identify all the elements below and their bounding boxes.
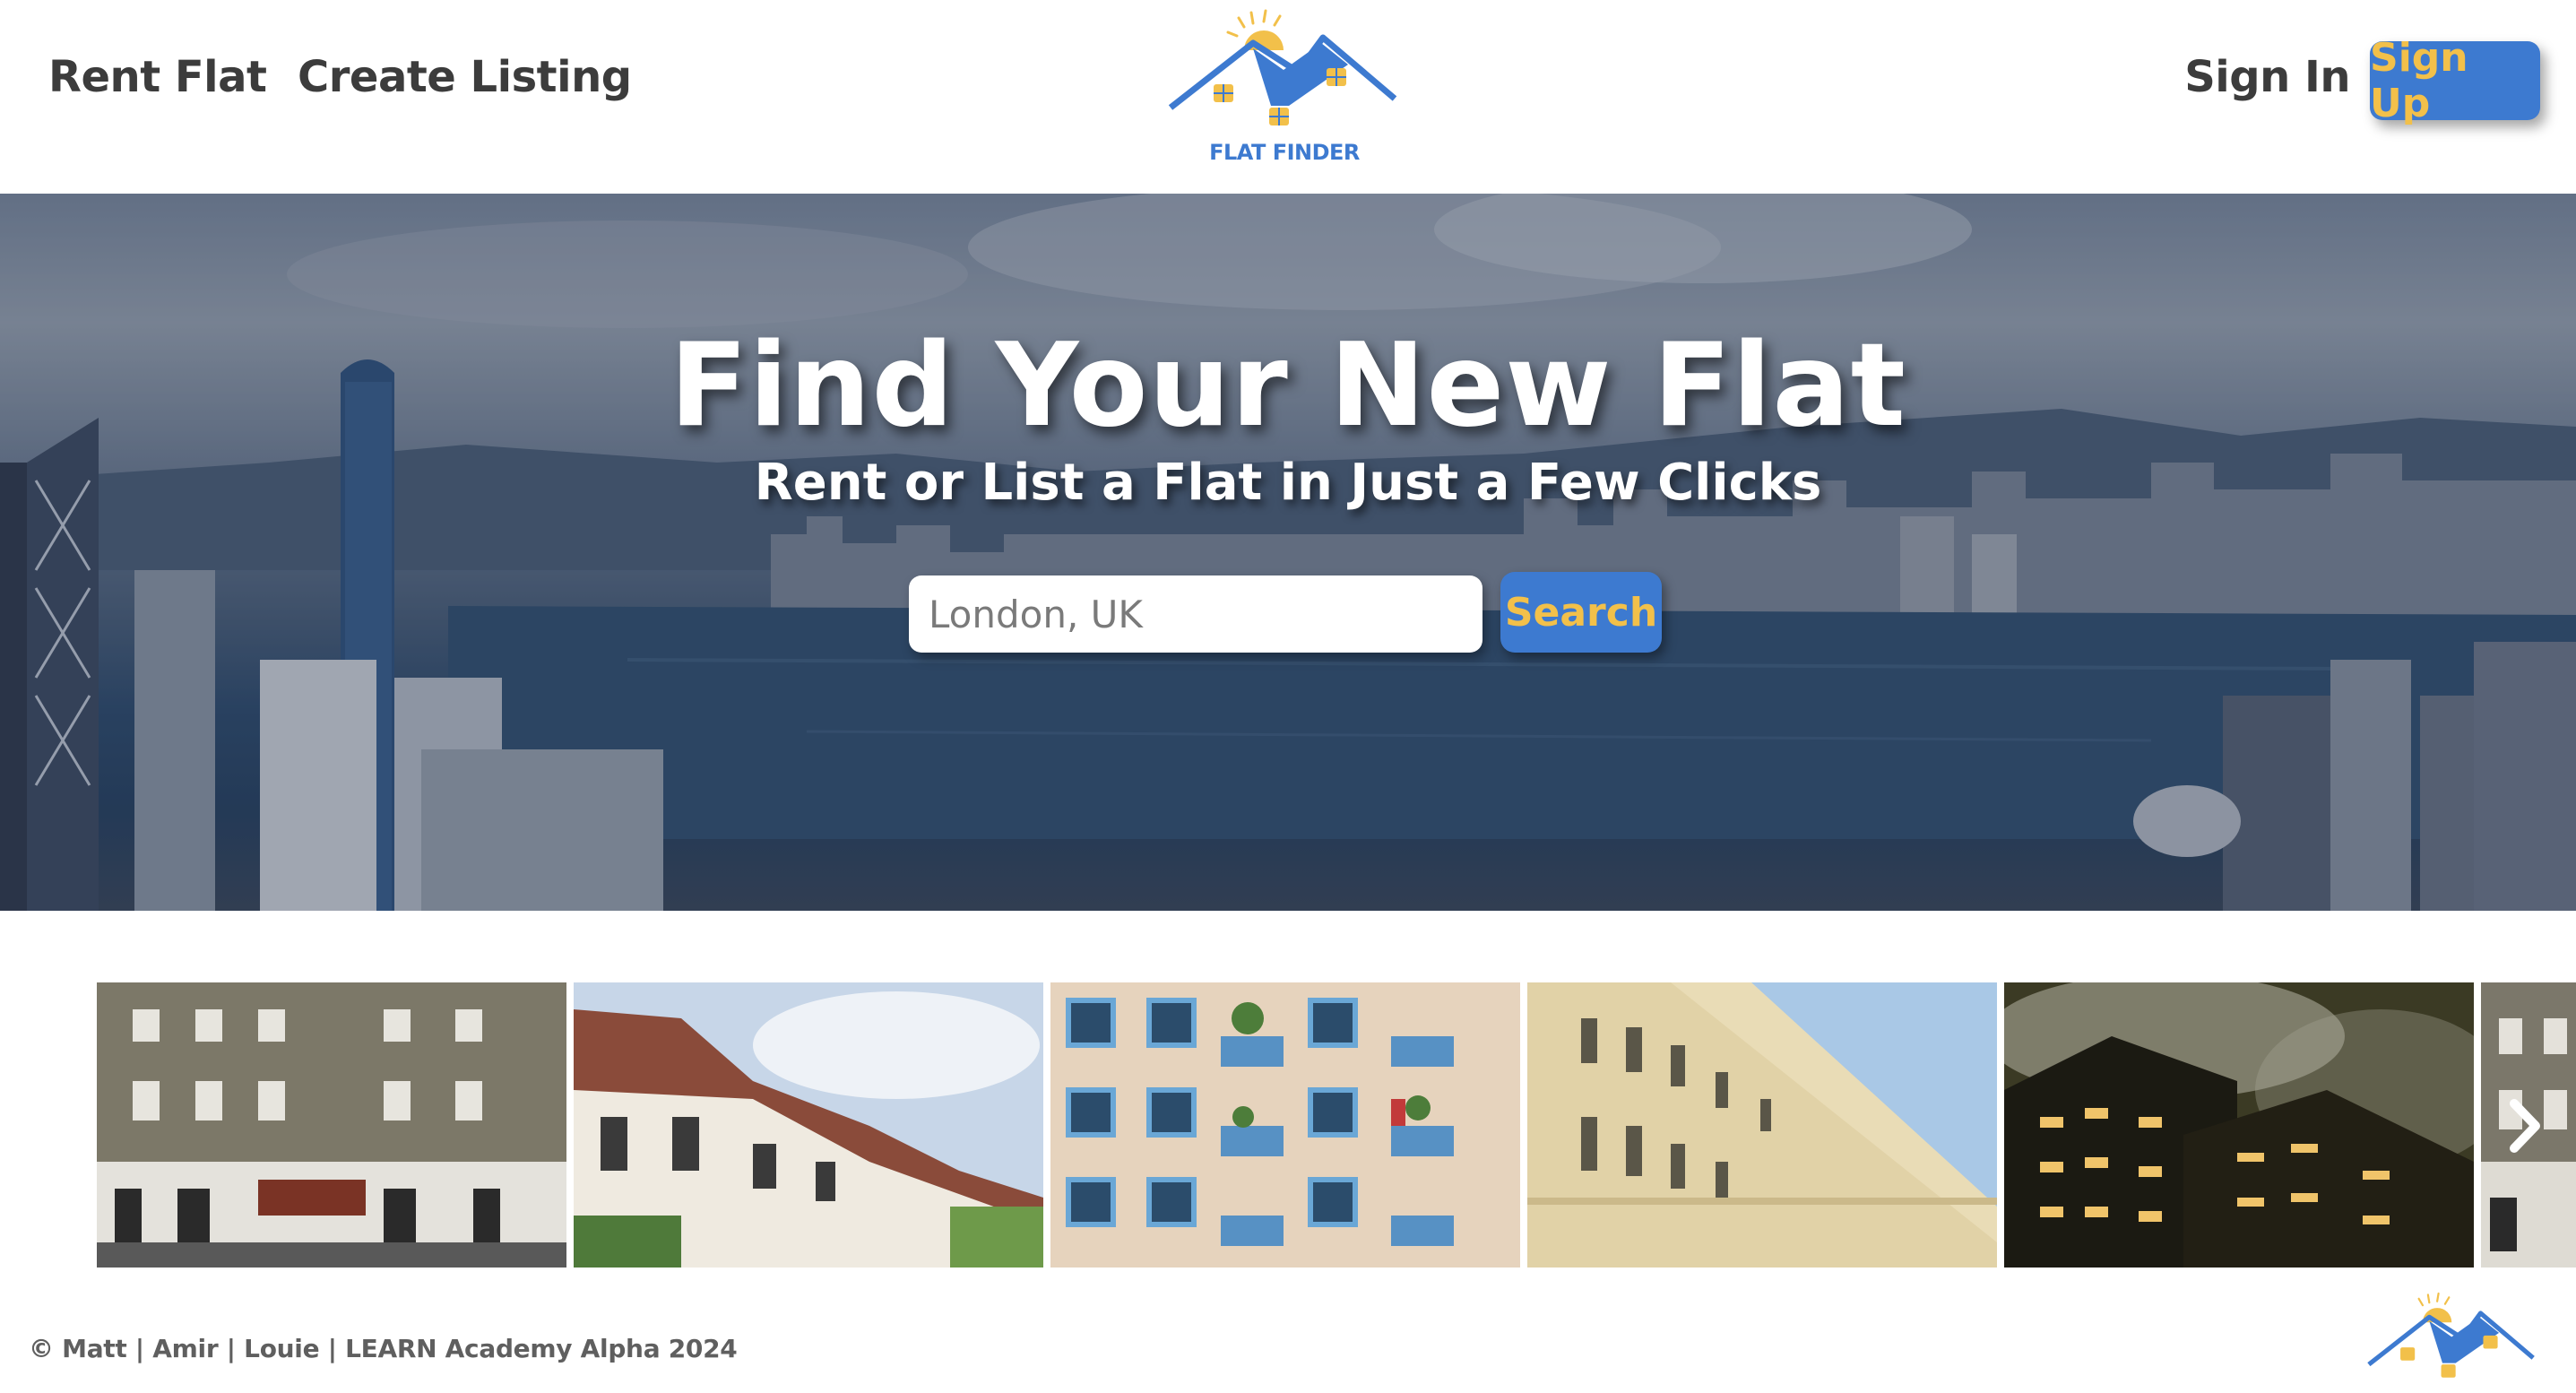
brick-townhouse-photo (97, 982, 566, 1268)
balcony-apartments-photo (1050, 982, 1520, 1268)
carousel-next-button[interactable] (2497, 1090, 2554, 1162)
flat-finder-logo[interactable]: FLAT FINDER (1163, 7, 1405, 169)
nav-rent-flat[interactable]: Rent Flat (48, 52, 267, 102)
chevron-right-icon (2510, 1099, 2540, 1153)
city-skyline-background (0, 194, 2576, 911)
search-button[interactable]: Search (1500, 572, 1662, 653)
house-logo-icon (2367, 1292, 2535, 1378)
sign-up-button[interactable]: Sign Up (2370, 35, 2540, 126)
carousel-photo-2[interactable] (574, 982, 1043, 1268)
carousel-photo-4[interactable] (1527, 982, 1997, 1268)
carousel-photo-1[interactable] (97, 982, 566, 1268)
night-apartment-block-photo (2004, 982, 2474, 1268)
sign-in-link[interactable]: Sign In (2184, 52, 2350, 102)
carousel-photo-3[interactable] (1050, 982, 1520, 1268)
hero-banner: Find Your New Flat Rent or List a Flat i… (0, 194, 2576, 911)
hero-subtitle: Rent or List a Flat in Just a Few Clicks (754, 454, 1822, 512)
nav-create-listing[interactable]: Create Listing (298, 52, 632, 102)
footer-credits: © Matt | Amir | Louie | LEARN Academy Al… (29, 1334, 738, 1363)
house-logo-icon (1168, 9, 1397, 125)
hero-title: Find Your New Flat (670, 319, 1906, 453)
top-navbar: Rent Flat Create Listing FLAT FINDER Sig… (0, 0, 2576, 194)
footer-logo[interactable] (2363, 1291, 2542, 1389)
cream-terrace-photo (1527, 982, 1997, 1268)
listing-photo-carousel (0, 982, 2576, 1269)
carousel-photo-5[interactable] (2004, 982, 2474, 1268)
location-search-input[interactable] (909, 575, 1482, 653)
terraced-houses-photo (574, 982, 1043, 1268)
logo-text: FLAT FINDER (1209, 140, 1360, 165)
